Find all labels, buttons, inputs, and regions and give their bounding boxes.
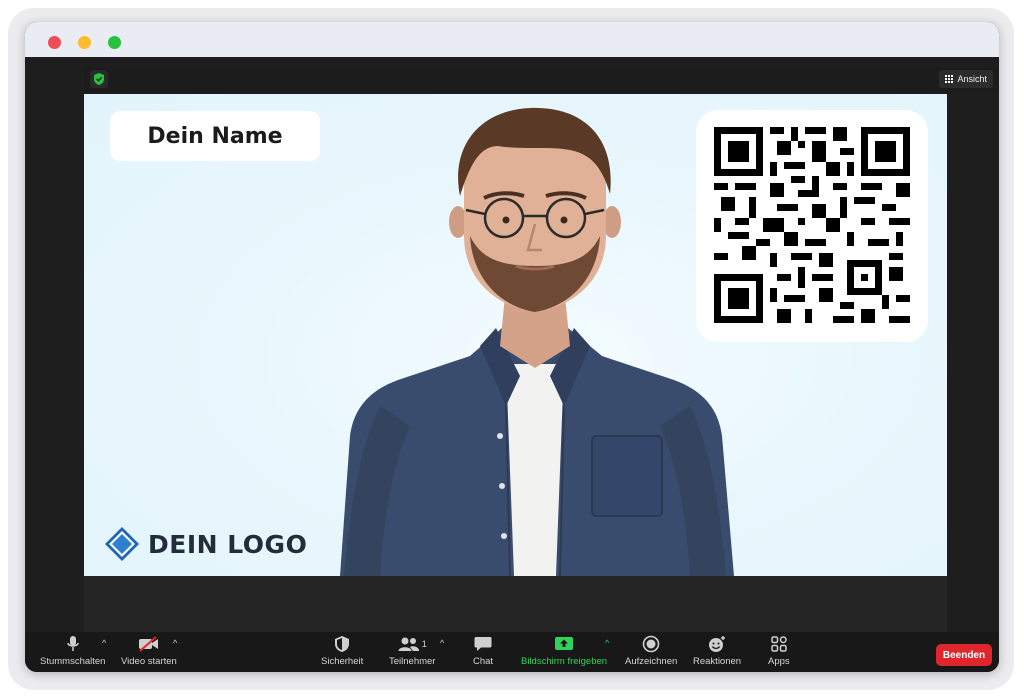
- video-options-caret[interactable]: ^: [173, 638, 177, 648]
- microphone-icon: [66, 636, 79, 651]
- logo-text: DEIN LOGO: [148, 529, 308, 559]
- video-label: Video starten: [121, 656, 177, 667]
- video-off-icon: [138, 636, 158, 652]
- chat-button[interactable]: Chat: [473, 634, 493, 667]
- name-card: Dein Name: [110, 111, 320, 161]
- maximize-window-button[interactable]: [108, 36, 121, 49]
- share-screen-label: Bildschirm freigeben: [521, 656, 608, 667]
- security-button[interactable]: Sicherheit: [321, 634, 363, 667]
- security-label: Sicherheit: [321, 656, 364, 667]
- person-image: [340, 107, 734, 576]
- apps-icon: [771, 636, 787, 652]
- share-options-caret[interactable]: ^: [605, 638, 609, 648]
- reactions-button[interactable]: Reaktionen: [693, 634, 741, 667]
- shield-icon: [335, 636, 350, 652]
- participants-count: 1: [421, 639, 427, 649]
- view-button[interactable]: Ansicht: [939, 70, 993, 88]
- record-icon: [642, 635, 660, 653]
- start-video-button[interactable]: Video starten: [121, 634, 177, 667]
- qr-code-card[interactable]: [696, 110, 928, 342]
- share-screen-icon: [555, 637, 574, 650]
- mute-label: Stummschalten: [40, 656, 106, 667]
- share-screen-button[interactable]: Bildschirm freigeben: [521, 634, 607, 667]
- security-status-badge[interactable]: [90, 70, 108, 88]
- emoji-add-icon: [709, 636, 726, 652]
- end-meeting-button[interactable]: Beenden: [936, 644, 992, 666]
- chat-icon: [474, 637, 492, 651]
- participants-options-caret[interactable]: ^: [440, 638, 444, 648]
- mute-button[interactable]: Stummschalten: [40, 634, 105, 667]
- record-label: Aufzeichnen: [625, 656, 678, 667]
- participants-button[interactable]: 1 Teilnehmer: [389, 634, 435, 667]
- apps-button[interactable]: Apps: [768, 634, 790, 667]
- apps-label: Apps: [768, 656, 790, 667]
- stage-bottom-strip: [84, 576, 947, 632]
- shield-check-icon: [94, 73, 104, 85]
- record-button[interactable]: Aufzeichnen: [625, 634, 677, 667]
- meeting-top-bar: Ansicht: [84, 67, 999, 93]
- minimize-window-button[interactable]: [78, 36, 91, 49]
- participants-icon: [398, 637, 419, 651]
- company-logo: DEIN LOGO: [104, 524, 307, 564]
- participants-label: Teilnehmer: [389, 656, 436, 667]
- close-window-button[interactable]: [48, 36, 61, 49]
- meeting-controls: Stummschalten ^ Video starten ^ Sicherhe…: [25, 632, 999, 672]
- mute-options-caret[interactable]: ^: [102, 638, 106, 648]
- meeting-window: Ansicht Dein Name DEIN LOGO Stummschalte…: [25, 22, 999, 672]
- qr-code-icon: [714, 127, 910, 323]
- view-button-label: Ansicht: [957, 74, 987, 84]
- chat-label: Chat: [473, 656, 494, 667]
- grid-icon: [945, 75, 954, 83]
- video-stage: Dein Name DEIN LOGO: [84, 94, 947, 576]
- title-bar: [25, 22, 999, 57]
- diamond-icon: [105, 527, 139, 561]
- reactions-label: Reaktionen: [693, 656, 742, 667]
